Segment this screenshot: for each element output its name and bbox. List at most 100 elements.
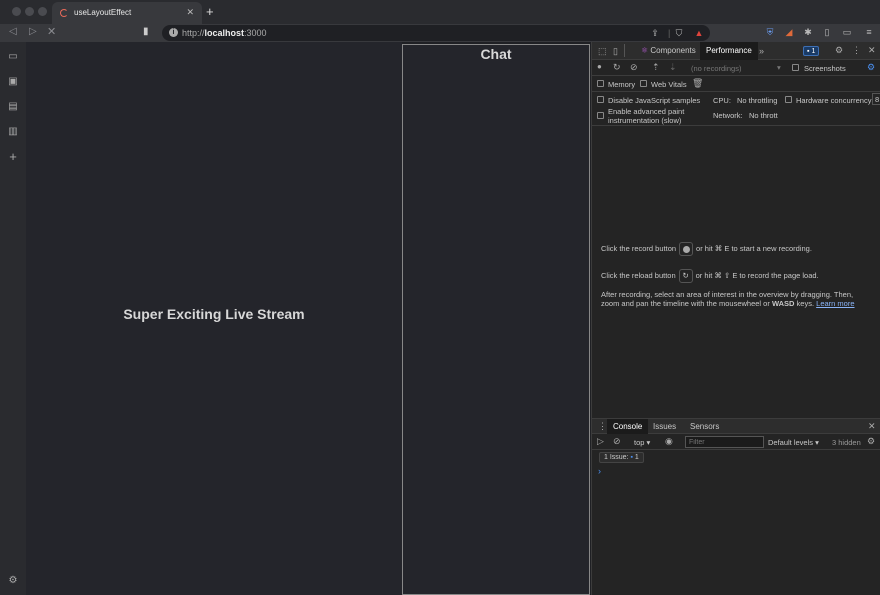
console-sidebar-icon[interactable]: ▷ [597,436,604,447]
console-clear-icon[interactable]: ⊘ [613,436,621,447]
web-vitals-label: Web Vitals [651,80,687,89]
devtools-more-icon[interactable]: ⋮ [852,45,861,56]
console-filter-input[interactable] [685,436,764,448]
hw-concurrency-label: Hardware concurrency [796,96,872,105]
download-icon[interactable]: ⇣ [669,62,677,73]
drawer-menu-icon[interactable]: ⋮ [598,421,607,432]
trash-icon[interactable]: 🗑 [692,78,703,89]
record-button[interactable] [679,242,694,256]
after-recording-line1: After recording, select an area of inter… [601,290,854,299]
video-icon[interactable]: ▭ [7,51,19,63]
issues-badge[interactable]: ▪ 1 [803,46,820,56]
disable-js-samples-checkbox[interactable] [597,96,604,103]
issues-counter[interactable]: 1 Issue: ▪ 1 [599,452,644,463]
network-throttling-select[interactable]: No thrott [749,111,778,120]
reading-list-icon[interactable]: ▥ [7,126,19,138]
tab-title: useLayoutEffect [74,8,132,17]
live-stream-area: Super Exciting Live Stream [26,42,402,595]
devtools-tabbar: ⬚ ▯ ⚛ Components Performance » ▪ 1 ⚙ ⋮ ✕ [592,42,880,60]
devtools-close-icon[interactable]: ✕ [868,45,876,56]
extensions-puzzle-icon[interactable]: ✱ [803,27,813,38]
browser-titlebar: useLayoutEffect ✕ + [0,0,880,24]
sidebar-toggle-icon[interactable]: ▯ [822,27,832,38]
advanced-paint-label-2: instrumentation (slow) [608,116,682,125]
bookmark-icon[interactable]: ▮ [143,26,149,37]
cpu-label: CPU: [713,96,731,105]
reload-record-icon[interactable]: ↻ [613,62,621,73]
settings-gear-icon[interactable]: ⚙ [7,575,19,587]
wallet-sidebar-icon[interactable]: ▣ [7,76,19,88]
bookmarks-icon[interactable]: ▤ [7,101,19,113]
tab-performance[interactable]: Performance [700,42,758,60]
shield-icon[interactable]: ⛉ [674,28,684,39]
drawer-close-icon[interactable]: ✕ [868,421,876,432]
console-settings-icon[interactable]: ⚙ [867,436,875,447]
hw-concurrency-checkbox[interactable] [785,96,792,103]
loading-favicon-icon [60,9,68,17]
context-select[interactable]: top ▾ [634,438,650,447]
capture-settings-icon[interactable]: ⚙ [867,62,875,73]
forward-icon[interactable]: ▷ [29,26,37,37]
device-toolbar-icon[interactable]: ▯ [613,46,618,57]
stop-loading-icon[interactable]: ✕ [47,25,56,38]
screenshots-checkbox[interactable] [792,64,799,71]
stream-title: Super Exciting Live Stream [123,306,305,322]
recordings-select[interactable]: (no recordings) [691,64,741,73]
web-vitals-checkbox[interactable] [640,80,647,87]
reload-button[interactable]: ↻ [678,269,693,283]
devtools-panel: ⬚ ▯ ⚛ Components Performance » ▪ 1 ⚙ ⋮ ✕… [591,42,880,595]
site-info-icon[interactable]: i [169,28,178,37]
record-icon[interactable]: ● [597,62,602,71]
browser-tab[interactable]: useLayoutEffect ✕ [52,2,202,24]
learn-more-link[interactable]: Learn more [816,299,854,308]
tab-console[interactable]: Console [607,419,649,434]
console-drawer-tabs: ⋮ Console Issues Sensors ✕ [592,418,880,434]
cpu-throttling-select[interactable]: No throttling [737,96,777,105]
devtools-settings-icon[interactable]: ⚙ [835,45,843,56]
toolbar-divider: | [668,28,671,38]
window-maximize-button[interactable] [38,7,47,16]
url-text[interactable]: http://localhost:3000 [182,28,267,38]
perf-options-row: Memory Web Vitals 🗑 [592,76,880,92]
more-tabs-icon[interactable]: » [759,46,764,56]
chat-panel: Chat [402,44,590,595]
performance-toolbar: ● ↻ ⊘ ⇡ ⇣ (no recordings) ▾ Screenshots … [592,60,880,76]
tab-issues[interactable]: Issues [653,422,676,431]
tab-sensors[interactable]: Sensors [690,422,719,431]
advanced-paint-checkbox[interactable] [597,112,604,119]
new-tab-button[interactable]: + [206,4,214,19]
console-prompt[interactable]: › [598,466,601,476]
address-bar[interactable]: i http://localhost:3000 ⇪ | ⛉ ▲ [162,25,710,41]
screenshots-label: Screenshots [804,64,846,73]
hw-concurrency-input[interactable]: 8 [872,93,880,105]
chat-title: Chat [480,46,512,62]
extension-icon[interactable]: ◢ [784,27,794,38]
menu-icon[interactable]: ≡ [864,27,874,38]
wallet-icon[interactable]: ▭ [842,27,852,38]
issue-icon: ▪ [630,454,633,461]
browser-toolbar: ◁ ▷ ✕ ▮ i http://localhost:3000 ⇪ | ⛉ ▲ … [0,24,880,42]
inspect-element-icon[interactable]: ⬚ [598,46,607,57]
advanced-paint-label-1: Enable advanced paint [608,107,685,116]
rewards-icon[interactable]: ▲ [694,28,704,39]
memory-checkbox[interactable] [597,80,604,87]
record-hint: Click the record button or hit ⌘ E to sta… [601,242,812,256]
back-icon[interactable]: ◁ [9,26,17,37]
window-close-button[interactable] [12,7,21,16]
tab-close-icon[interactable]: ✕ [186,7,194,18]
react-icon: ⚛ [641,46,649,55]
clear-icon[interactable]: ⊘ [630,62,638,73]
add-sidebar-item-icon[interactable]: + [7,150,19,163]
recordings-chevron-icon[interactable]: ▾ [777,63,781,72]
tab-divider [624,44,625,57]
capture-settings-pane: Disable JavaScript samples CPU: No throt… [592,92,880,126]
live-expression-eye-icon[interactable]: ◉ [665,436,673,447]
tab-components[interactable]: ⚛ Components [641,46,696,55]
browser-sidebar: ▭ ▣ ▤ ▥ + ⚙ [0,42,26,595]
reload-hint: Click the reload button ↻ or hit ⌘ ⇧ E to … [601,269,819,283]
password-manager-icon[interactable]: ⛨ [765,27,775,38]
share-icon[interactable]: ⇪ [650,28,660,39]
upload-icon[interactable]: ⇡ [652,62,660,73]
window-minimize-button[interactable] [25,7,34,16]
log-levels-select[interactable]: Default levels ▾ [768,438,819,447]
